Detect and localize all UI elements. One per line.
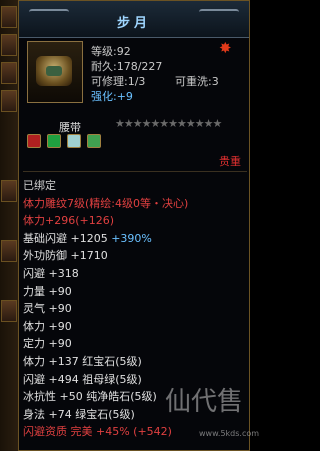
attribute-text: 闪避 +494 祖母绿(5级)	[23, 372, 142, 386]
attribute-line: 体力雕纹7级(精绘:4级0等・决心)	[23, 195, 188, 211]
attribute-line: 力量 +90	[23, 283, 72, 299]
item-strengthen: 强化:+9	[91, 88, 133, 104]
attribute-line: 定力 +90	[23, 335, 72, 351]
attribute-text: 基础闪避 +1205	[23, 231, 108, 245]
attribute-line: 身法 +74 绿宝石(5级)	[23, 406, 135, 422]
valuable-badge: 贵重	[219, 155, 241, 168]
attribute-line: 体力 +90	[23, 318, 72, 334]
attribute-text: 定力 +90	[23, 337, 72, 351]
attribute-text: 闪避资质 完美 +45%	[23, 425, 130, 439]
left-sidebar	[0, 0, 19, 451]
item-tooltip: 步月 等级:92 耐久:178/227 可修理:1/3 可重洗:3 强化:+9 …	[18, 0, 259, 451]
star-rating: ★★★★★★★★★★★★	[115, 117, 222, 130]
item-icon-frame	[27, 41, 83, 103]
watermark: 仙代售	[165, 387, 244, 417]
attribute-text: 冰抗性 +50 纯净皓石(5级)	[23, 390, 157, 404]
party-portrait[interactable]	[1, 6, 17, 28]
party-portrait[interactable]	[1, 90, 17, 112]
item-title: 步月	[116, 16, 151, 31]
attribute-line: 体力+296(+126)	[23, 212, 114, 228]
attribute-line: 已绑定	[23, 177, 56, 193]
attribute-bonus: (+126)	[75, 214, 115, 228]
red-gem-icon	[27, 134, 41, 148]
attribute-line: 闪避 +318	[23, 265, 79, 281]
party-portrait[interactable]	[1, 300, 17, 322]
white-gem-icon	[67, 134, 82, 148]
party-portrait[interactable]	[1, 240, 17, 262]
attribute-bonus: +390%	[107, 231, 152, 245]
attribute-text: 外功防御 +1710	[23, 249, 108, 263]
attribute-line: 闪避资质 完美 +45% (+542)	[23, 423, 172, 439]
party-portrait[interactable]	[1, 62, 17, 84]
attribute-text: 身法 +74 绿宝石(5级)	[23, 407, 135, 421]
attribute-line: 闪避 +494 祖母绿(5级)	[23, 371, 142, 387]
tooltip-header: 步月	[19, 1, 249, 38]
divider	[23, 171, 247, 172]
attribute-text: 体力雕纹7级(精绘:4级0等・决心)	[23, 196, 189, 210]
attribute-text: 体力 +137 红宝石(5级)	[23, 355, 142, 368]
item-level: 等级:92	[91, 45, 131, 58]
attribute-text: 力量 +90	[23, 284, 72, 298]
watermark-url: www.5kds.com	[199, 429, 260, 438]
strengthen-value: +9	[116, 90, 133, 103]
attribute-line: 体力 +137 红宝石(5级)	[23, 353, 142, 369]
item-durability: 耐久:178/227	[91, 60, 163, 73]
attribute-text: 体力+296	[23, 214, 76, 228]
attribute-line: 灵气 +90	[23, 300, 72, 316]
green-gem-icon	[87, 134, 102, 148]
green-gem-icon	[47, 134, 62, 148]
attribute-text: 体力 +90	[23, 319, 72, 333]
attribute-line: 基础闪避 +1205 +390%	[23, 230, 152, 246]
party-portrait[interactable]	[1, 34, 17, 56]
party-portrait[interactable]	[1, 180, 17, 202]
item-upgrade: 可修理:1/3	[91, 75, 146, 88]
attribute-bonus: (+542)	[129, 425, 172, 439]
fire-emblem-icon: ✸	[219, 39, 232, 57]
attribute-text: 已绑定	[23, 179, 56, 192]
belt-icon	[36, 56, 72, 86]
strengthen-label: 强化:	[91, 90, 117, 103]
attribute-line: 冰抗性 +50 纯净皓石(5级)	[23, 388, 157, 404]
attribute-text: 闪避 +318	[23, 267, 79, 280]
attribute-line: 外功防御 +1710	[23, 247, 108, 263]
socket-row	[27, 133, 102, 152]
attribute-text: 灵气 +90	[23, 302, 72, 316]
item-reset: 可重洗:3	[175, 75, 219, 88]
